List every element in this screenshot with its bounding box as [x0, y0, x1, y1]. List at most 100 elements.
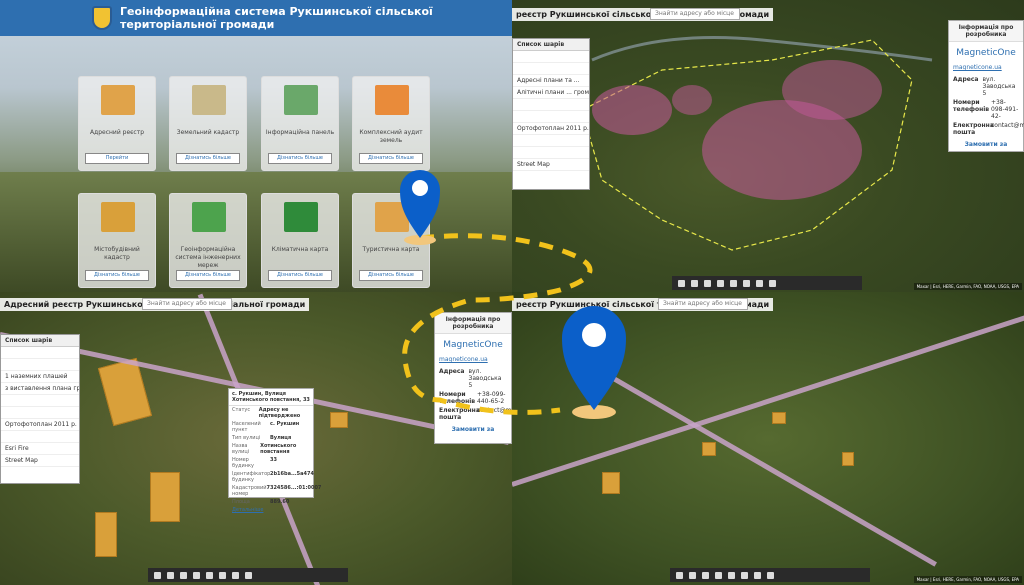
brand-logo: MagneticOne [443, 340, 503, 350]
layer-item[interactable]: Адресні плани та ... [513, 75, 589, 87]
layer-item[interactable]: Street Map [513, 159, 589, 171]
basemap-icon[interactable] [167, 571, 174, 579]
basemap-icon[interactable] [691, 279, 698, 287]
map-toolbar [672, 276, 862, 290]
website-link[interactable]: magneticone.ua [435, 352, 511, 367]
city-plan-icon [101, 202, 135, 232]
card-button[interactable]: Дізнатись більше [268, 270, 332, 281]
map-attribution: Maxar | Esri, HERE, Garmin, FAO, NOAA, U… [913, 283, 1022, 290]
card-title: Комплексний аудит земель [359, 129, 423, 144]
card-title: Адресний реєстр [89, 129, 145, 136]
layer-item[interactable] [1, 407, 79, 419]
layer-item[interactable] [513, 147, 589, 159]
card-engineering-networks[interactable]: Геоінформаційна система інженерних мереж… [169, 193, 247, 288]
layer-item[interactable] [513, 135, 589, 147]
card-button[interactable]: Дізнатись більше [268, 153, 332, 164]
print-icon[interactable] [743, 279, 750, 287]
card-land-audit[interactable]: Комплексний аудит земель Дізнатись більш… [352, 76, 430, 171]
layer-panel-title: Список шарів [513, 39, 589, 51]
buildings-icon [101, 85, 135, 115]
card-title: Земельний кадастр [176, 129, 240, 136]
card-button[interactable]: Дізнатись більше [176, 153, 240, 164]
order-button[interactable]: Замовити за [949, 137, 1023, 152]
layers-icon[interactable] [678, 279, 685, 287]
card-address-register[interactable]: Адресний реєстр Перейти [78, 76, 156, 171]
card-button[interactable]: Дізнатись більше [85, 270, 149, 281]
help-icon[interactable] [769, 279, 776, 287]
help-icon[interactable] [245, 571, 252, 579]
portal-title: Геоінформаційна система Рукшинської сіль… [120, 5, 433, 31]
share-icon[interactable] [756, 279, 763, 287]
address-popup: с. Рукшин, Вулиця Хотинського повстання,… [228, 388, 321, 513]
map-toolbar [148, 568, 348, 582]
layer-item[interactable] [1, 359, 79, 371]
help-icon[interactable] [767, 571, 774, 579]
layer-item[interactable]: Алітичні плани ... громади [513, 87, 589, 99]
map-toolbar [670, 568, 870, 582]
layer-list-panel: Список шарів Адресні плани та ... Алітич… [512, 38, 590, 190]
card-tourist-map[interactable]: Туристична карта Дізнатись більше [352, 193, 430, 288]
layer-item[interactable]: 1 наземних плашей [1, 371, 79, 383]
developer-info-panel: Інформація про розробника MagneticOne ma… [948, 20, 1024, 152]
layer-item[interactable] [513, 111, 589, 123]
search-input[interactable]: Знайти адресу або місце [650, 8, 740, 20]
layer-item[interactable]: з виставлення плана громади [1, 383, 79, 395]
card-button[interactable]: Дізнатись більше [359, 270, 423, 281]
measure-icon[interactable] [180, 571, 187, 579]
print-icon[interactable] [741, 571, 748, 579]
basemap-icon[interactable] [689, 571, 696, 579]
layer-item[interactable] [513, 51, 589, 63]
layer-list-panel: Список шарів 1 наземних плашей з виставл… [0, 334, 80, 484]
search-input[interactable]: Знайти адресу або місце [658, 298, 748, 310]
layer-item[interactable]: Esri Fire [1, 443, 79, 455]
layer-item[interactable]: Ортофотоплан 2011 р. [1, 419, 79, 431]
card-info-panel[interactable]: Інформаційна панель Дізнатись більше [261, 76, 339, 171]
website-link[interactable]: magneticone.ua [949, 60, 1023, 75]
share-icon[interactable] [232, 571, 239, 579]
filter-icon[interactable] [728, 571, 735, 579]
filter-icon[interactable] [730, 279, 737, 287]
share-icon[interactable] [754, 571, 761, 579]
layer-item[interactable] [1, 431, 79, 443]
layer-item[interactable] [513, 99, 589, 111]
layers-icon[interactable] [676, 571, 683, 579]
card-land-cadastre[interactable]: Земельний кадастр Дізнатись більше [169, 76, 247, 171]
coat-of-arms-icon [92, 6, 112, 30]
card-title: Туристична карта [362, 246, 420, 253]
print-icon[interactable] [219, 571, 226, 579]
climate-icon [284, 202, 318, 232]
draw-icon[interactable] [717, 279, 724, 287]
address-map-screen: Адресний реєстр Рукшинської сільської те… [0, 292, 512, 585]
card-title: Геоінформаційна система інженерних мереж [175, 246, 241, 269]
card-climate-map[interactable]: Кліматична карта Дізнатись більше [261, 193, 339, 288]
measure-icon[interactable] [702, 571, 709, 579]
card-title: Містобудівний кадастр [94, 246, 140, 261]
filter-icon[interactable] [206, 571, 213, 579]
layers-icon[interactable] [154, 571, 161, 579]
email-link[interactable]: contact@magneti... [991, 122, 1024, 136]
draw-icon[interactable] [715, 571, 722, 579]
layer-item[interactable] [1, 347, 79, 359]
info-title: Інформація про розробника [949, 21, 1023, 42]
card-button[interactable]: Дізнатись більше [176, 270, 240, 281]
layer-item[interactable] [1, 395, 79, 407]
portal-screen: Геоінформаційна система Рукшинської сіль… [0, 0, 512, 292]
layer-item[interactable]: Ортофотоплан 2011 р. [513, 123, 589, 135]
search-input[interactable]: Знайти адресу або місце [142, 298, 232, 310]
card-button[interactable]: Перейти [85, 153, 149, 164]
draw-icon[interactable] [193, 571, 200, 579]
card-button[interactable]: Дізнатись більше [359, 153, 423, 164]
layer-item[interactable] [513, 63, 589, 75]
card-title: Кліматична карта [271, 246, 329, 253]
landscape-background [0, 172, 512, 292]
card-urban-cadastre[interactable]: Містобудівний кадастр Дізнатись більше [78, 193, 156, 288]
layer-panel-title: Список шарів [1, 335, 79, 347]
surveyor-icon [192, 85, 226, 115]
popup-details-link[interactable]: Детальніше [229, 506, 313, 514]
tourism-icon [375, 202, 409, 232]
order-button[interactable]: Замовити за [435, 422, 511, 437]
dashboard-icon [284, 85, 318, 115]
layer-item[interactable]: Street Map [1, 455, 79, 467]
portal-header: Геоінформаційна система Рукшинської сіль… [0, 0, 512, 36]
measure-icon[interactable] [704, 279, 711, 287]
